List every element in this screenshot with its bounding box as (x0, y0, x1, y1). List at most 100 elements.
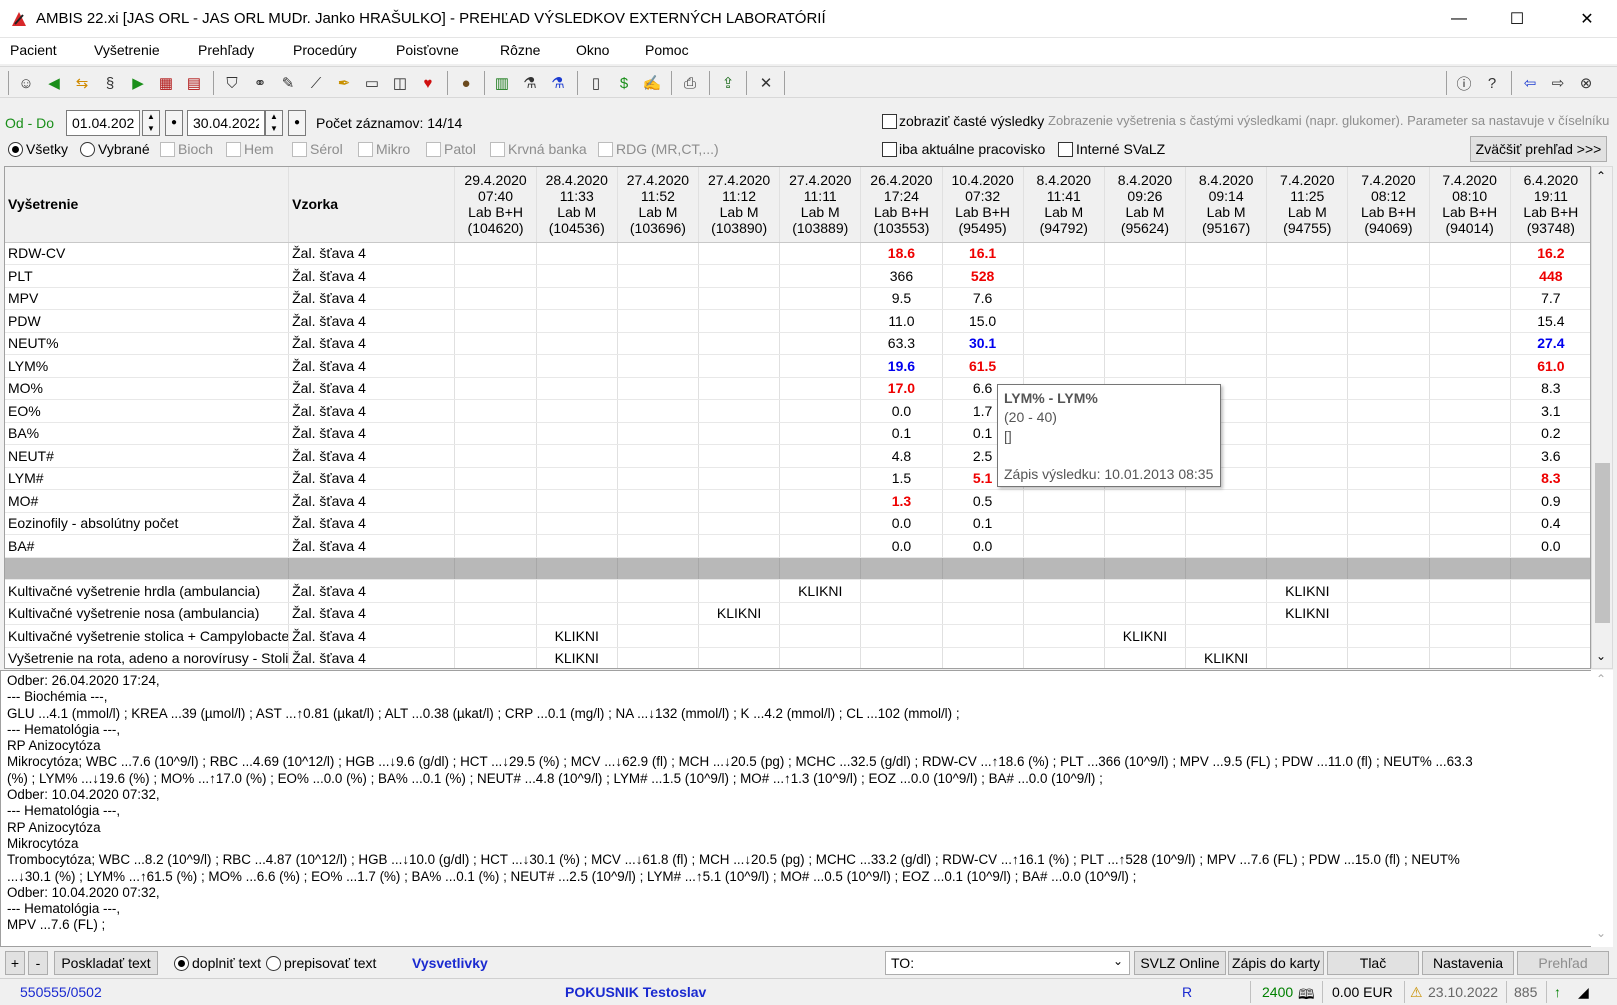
result-value[interactable]: 1.3 (860, 489, 943, 513)
svlz-online-button[interactable]: SVLZ Online (1134, 951, 1226, 975)
result-value[interactable]: 7.7 (1510, 287, 1590, 310)
detail-text-panel[interactable]: Odber: 26.04.2020 17:24, --- Biochémia --… (0, 670, 1613, 947)
table-row[interactable]: Eozinofily - absolútny počet Žal. šťava 4… (5, 512, 1590, 535)
append-text-radio[interactable] (174, 956, 189, 971)
flask-icon[interactable]: ⚗ (518, 71, 542, 95)
result-value[interactable]: 0.0 (860, 512, 943, 535)
table-row[interactable]: MO% Žal. šťava 4 17.0 6.6 8.3 (5, 377, 1590, 400)
klikni-link[interactable]: KLIKNI (1266, 579, 1349, 603)
table-row[interactable]: NEUT% Žal. šťava 4 63.3 30.1 27.4 (5, 332, 1590, 355)
help-icon[interactable]: ? (1480, 71, 1504, 95)
money-bag-icon[interactable]: $ (612, 71, 636, 95)
result-value[interactable]: 4.8 (860, 444, 943, 468)
result-value[interactable]: 0.4 (1510, 512, 1590, 535)
menu-procedury[interactable]: Procedúry (293, 42, 357, 58)
result-value[interactable]: 0.0 (860, 399, 943, 423)
cancel-x-icon[interactable]: ✕ (754, 71, 778, 95)
result-value[interactable]: 11.0 (860, 309, 943, 333)
result-value[interactable]: 30.1 (942, 332, 1024, 355)
table-row[interactable]: MPV Žal. šťava 4 9.5 7.6 7.7 (5, 287, 1590, 310)
page-icon[interactable]: ▯ (584, 71, 608, 95)
table-row[interactable]: LYM% Žal. šťava 4 19.6 61.5 61.0 (5, 354, 1590, 378)
category-serol-checkbox[interactable] (292, 142, 307, 157)
minimize-button[interactable]: — (1430, 0, 1488, 38)
klikni-link[interactable]: KLIKNI (1185, 647, 1268, 668)
result-value[interactable]: 16.1 (942, 242, 1024, 265)
book-icon[interactable]: ◫ (388, 71, 412, 95)
klikni-link[interactable]: KLIKNI (1104, 624, 1187, 648)
radio-selected[interactable] (80, 142, 95, 157)
minus-button[interactable]: - (28, 951, 48, 975)
only-current-checkbox[interactable] (882, 142, 897, 157)
scroll-down-icon[interactable]: ⌄ (1596, 649, 1606, 663)
category-patol-checkbox[interactable] (426, 142, 441, 157)
col-header-exam[interactable]: Vyšetrenie (5, 167, 290, 243)
result-value[interactable]: 448 (1510, 264, 1590, 288)
card-icon[interactable]: ▤ (182, 71, 206, 95)
result-value[interactable]: 0.5 (942, 489, 1024, 513)
result-value[interactable]: 0.9 (1510, 489, 1590, 513)
document-s-icon[interactable]: § (98, 71, 122, 95)
overview-button[interactable]: Prehľad (1517, 951, 1609, 975)
result-value[interactable]: 7.6 (942, 287, 1024, 310)
menu-rozne[interactable]: Rôzne (500, 42, 540, 58)
card-stack-icon[interactable]: ▭ (360, 71, 384, 95)
date-to-spinner[interactable]: ▲ ▼ (265, 110, 283, 136)
table-row[interactable]: Vyšetrenie na rota, adeno a norovírusy -… (5, 647, 1590, 668)
legend-link[interactable]: Vysvetlivky (412, 955, 488, 971)
table-row[interactable]: Kultivačné vyšetrenie hrdla (ambulancia)… (5, 579, 1590, 603)
result-value[interactable]: 18.6 (860, 242, 943, 265)
result-value[interactable]: 63.3 (860, 332, 943, 355)
date-from-input[interactable] (66, 110, 140, 136)
date-to-input[interactable] (187, 110, 265, 136)
scroll-thumb[interactable] (1595, 463, 1610, 623)
result-value[interactable]: 19.6 (860, 354, 943, 378)
col-header-date[interactable]: 8.4.2020 11:41 Lab M (94792) (1023, 167, 1105, 243)
date-to-picker-button[interactable]: ● (288, 110, 306, 136)
result-value[interactable]: 15.4 (1510, 309, 1590, 333)
date-from-picker-button[interactable]: ● (165, 110, 183, 136)
printer-icon[interactable]: ⎙ (678, 71, 702, 95)
shield-icon[interactable]: ⛉ (220, 71, 244, 95)
info-icon[interactable]: ⓘ (1452, 71, 1476, 95)
table-row[interactable]: BA# Žal. šťava 4 0.0 0.0 0.0 (5, 534, 1590, 558)
col-header-date[interactable]: 27.4.2020 11:52 Lab M (103696) (617, 167, 700, 243)
pills-icon[interactable]: ⚭ (248, 71, 272, 95)
result-value[interactable]: 61.0 (1510, 354, 1590, 378)
internal-svalz-checkbox[interactable] (1058, 142, 1073, 157)
result-value[interactable]: 9.5 (860, 287, 943, 310)
klikni-link[interactable]: KLIKNI (536, 624, 618, 648)
result-value[interactable]: 3.1 (1510, 399, 1590, 423)
table-row[interactable]: Kultivačné vyšetrenie stolica + Campylob… (5, 624, 1590, 648)
export-icon[interactable]: ⇪ (716, 71, 740, 95)
to-select[interactable]: TO: ⌄ (885, 951, 1130, 975)
col-header-date[interactable]: 7.4.2020 11:25 Lab M (94755) (1266, 167, 1349, 243)
detail-scroll-up-icon[interactable]: ⌃ (1596, 672, 1606, 686)
grid-icon[interactable]: ▦ (154, 71, 178, 95)
col-header-date[interactable]: 8.4.2020 09:26 Lab M (95624) (1104, 167, 1187, 243)
category-bioch-checkbox[interactable] (160, 142, 175, 157)
enlarge-overview-button[interactable]: Zväčšiť prehľad >>> (1470, 136, 1607, 162)
menu-pacient[interactable]: Pacient (10, 42, 57, 58)
arrow-left-icon[interactable]: ⇦ (1518, 71, 1542, 95)
overwrite-text-radio[interactable] (266, 956, 281, 971)
show-common-checkbox[interactable] (882, 114, 897, 129)
result-value[interactable]: 17.0 (860, 377, 943, 400)
table-row[interactable]: EO% Žal. šťava 4 0.0 1.7 3.1 (5, 399, 1590, 423)
table-row[interactable]: PLT Žal. šťava 4 366 528 448 (5, 264, 1590, 288)
write-card-button[interactable]: Zápis do karty (1228, 951, 1324, 975)
result-value[interactable]: 0.2 (1510, 422, 1590, 445)
klikni-link[interactable]: KLIKNI (536, 647, 618, 668)
klikni-link[interactable]: KLIKNI (1266, 602, 1349, 625)
menu-prehlady[interactable]: Prehľady (198, 42, 254, 58)
col-header-date[interactable]: 28.4.2020 11:33 Lab M (104536) (536, 167, 618, 243)
table-row[interactable]: LYM# Žal. šťava 4 1.5 5.1 8.3 (5, 467, 1590, 490)
result-value[interactable]: 61.5 (942, 354, 1024, 378)
result-value[interactable]: 1.5 (860, 467, 943, 490)
detail-scroll-down-icon[interactable]: ⌄ (1596, 926, 1606, 940)
result-value[interactable]: 27.4 (1510, 332, 1590, 355)
menu-vysetrenie[interactable]: Vyšetrenie (94, 42, 160, 58)
swap-icon[interactable]: ⇆ (70, 71, 94, 95)
klikni-link[interactable]: KLIKNI (779, 579, 862, 603)
result-value[interactable]: 8.3 (1510, 467, 1590, 490)
